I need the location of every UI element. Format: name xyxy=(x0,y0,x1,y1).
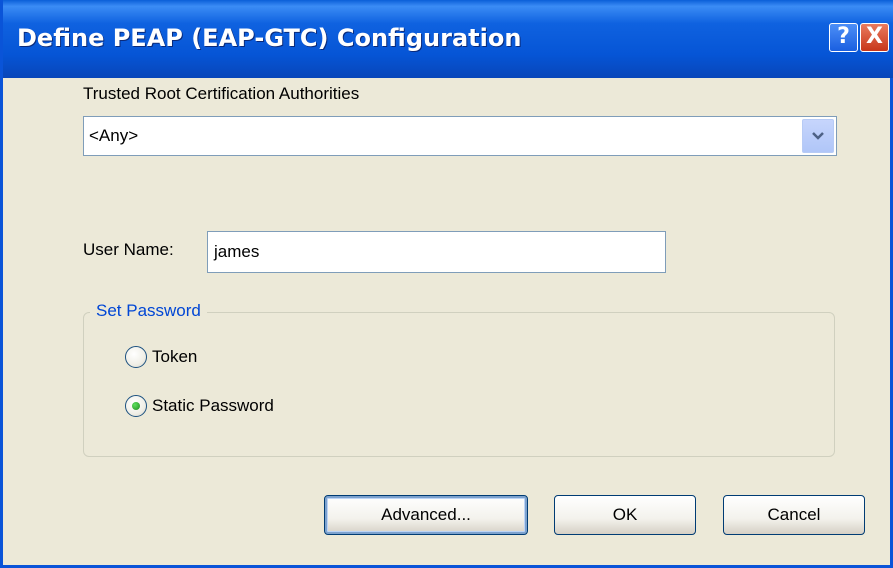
close-button[interactable]: X xyxy=(860,23,889,52)
close-icon: X xyxy=(866,24,883,49)
dropdown-arrow-button[interactable] xyxy=(802,119,834,153)
help-button[interactable]: ? xyxy=(829,23,858,52)
title-bar[interactable]: Define PEAP (EAP-GTC) Configuration ? X xyxy=(3,0,893,78)
help-icon: ? xyxy=(837,24,850,49)
trusted-root-selected: <Any> xyxy=(89,126,139,145)
token-radio[interactable] xyxy=(125,346,147,368)
radio-option-static-password[interactable]: Static Password xyxy=(125,394,274,418)
token-label: Token xyxy=(152,347,198,366)
window-title: Define PEAP (EAP-GTC) Configuration xyxy=(17,24,522,52)
dialog-window: Define PEAP (EAP-GTC) Configuration ? X … xyxy=(0,0,893,568)
trusted-root-label: Trusted Root Certification Authorities xyxy=(83,84,360,103)
set-password-legend: Set Password xyxy=(90,301,207,321)
set-password-group xyxy=(83,312,835,457)
static-password-radio[interactable] xyxy=(125,395,147,417)
ok-button[interactable]: OK xyxy=(554,495,696,535)
radio-option-token[interactable]: Token xyxy=(125,345,197,369)
advanced-button[interactable]: Advanced... xyxy=(324,495,528,535)
username-label: User Name: xyxy=(83,240,174,259)
static-password-label: Static Password xyxy=(152,396,274,415)
trusted-root-dropdown[interactable]: <Any> xyxy=(83,116,837,156)
username-input[interactable]: james xyxy=(207,231,666,273)
chevron-down-icon xyxy=(812,132,824,140)
cancel-button[interactable]: Cancel xyxy=(723,495,865,535)
